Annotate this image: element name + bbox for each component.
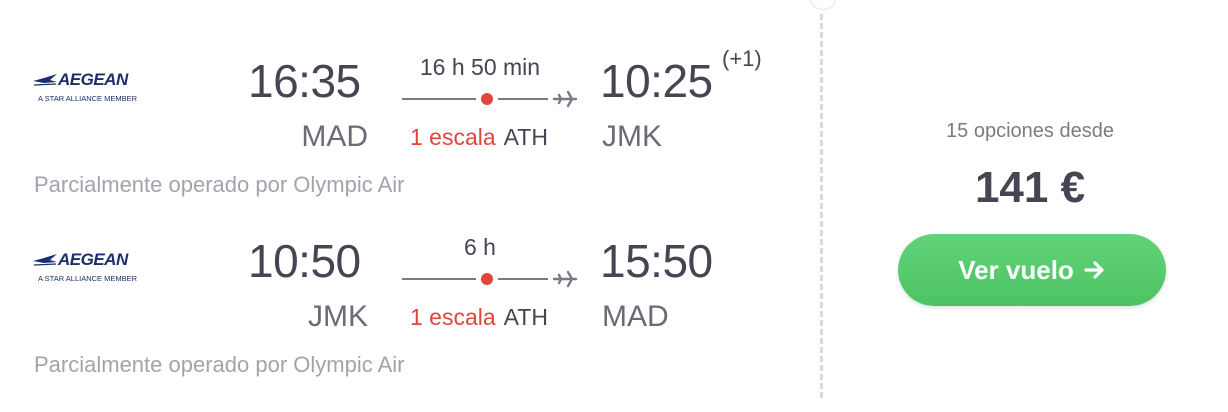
stops-info: 1 escala ATH [410,124,548,151]
origin-code: JMK [308,300,368,333]
stop-airport: ATH [503,124,548,150]
operated-by: Parcialmente operado por Olympic Air [34,352,405,377]
stop-airport: ATH [503,304,548,330]
stops-count: 1 escala [410,304,496,330]
stop-dot [481,273,493,285]
price: 141 € [974,163,1086,212]
arrival-time: 10:25 [600,55,713,107]
destination-code: MAD [602,300,669,333]
departure-time: 10:50 [248,235,361,287]
view-flight-button[interactable]: Ver vuelo [898,234,1166,306]
outbound-leg: AEGEAN A STAR ALLIANCE MEMBER 16:35 MAD … [0,40,800,210]
stops-count: 1 escala [410,124,496,150]
offer-panel: 15 opciones desde 141 € [860,120,1200,213]
departure-time: 16:35 [248,55,361,107]
aegean-logo-icon [33,74,57,86]
route-line [402,93,548,105]
aegean-logo-icon [33,254,57,266]
duration: 6 h [464,234,496,260]
options-count: 15 opciones desde [946,120,1114,142]
operated-by: Parcialmente operado por Olympic Air [34,172,405,197]
airline-tagline: A STAR ALLIANCE MEMBER [38,94,138,103]
stops-info: 1 escala ATH [410,304,548,331]
route-line [402,273,548,285]
day-offset: (+1) [722,46,762,71]
plane-icon [552,270,578,288]
stop-dot [481,93,493,105]
airline-logo: AEGEAN A STAR ALLIANCE MEMBER [32,70,162,110]
duration: 16 h 50 min [419,54,541,80]
dashed-divider [820,14,823,398]
airline-name: AEGEAN [58,250,128,269]
origin-code: MAD [301,120,368,153]
arrival-time: 15:50 [600,235,713,287]
view-flight-label: Ver vuelo [958,254,1074,285]
airline-tagline: A STAR ALLIANCE MEMBER [38,274,138,283]
plane-icon [552,90,578,108]
return-leg: AEGEAN A STAR ALLIANCE MEMBER 10:50 JMK … [0,220,800,390]
airline-logo: AEGEAN A STAR ALLIANCE MEMBER [32,250,162,290]
airline-name: AEGEAN [58,70,128,89]
destination-code: JMK [602,120,662,153]
flight-result-card[interactable]: AEGEAN A STAR ALLIANCE MEMBER 16:35 MAD … [0,0,1228,412]
arrow-right-icon [1084,261,1104,279]
ticket-notch [810,0,836,10]
